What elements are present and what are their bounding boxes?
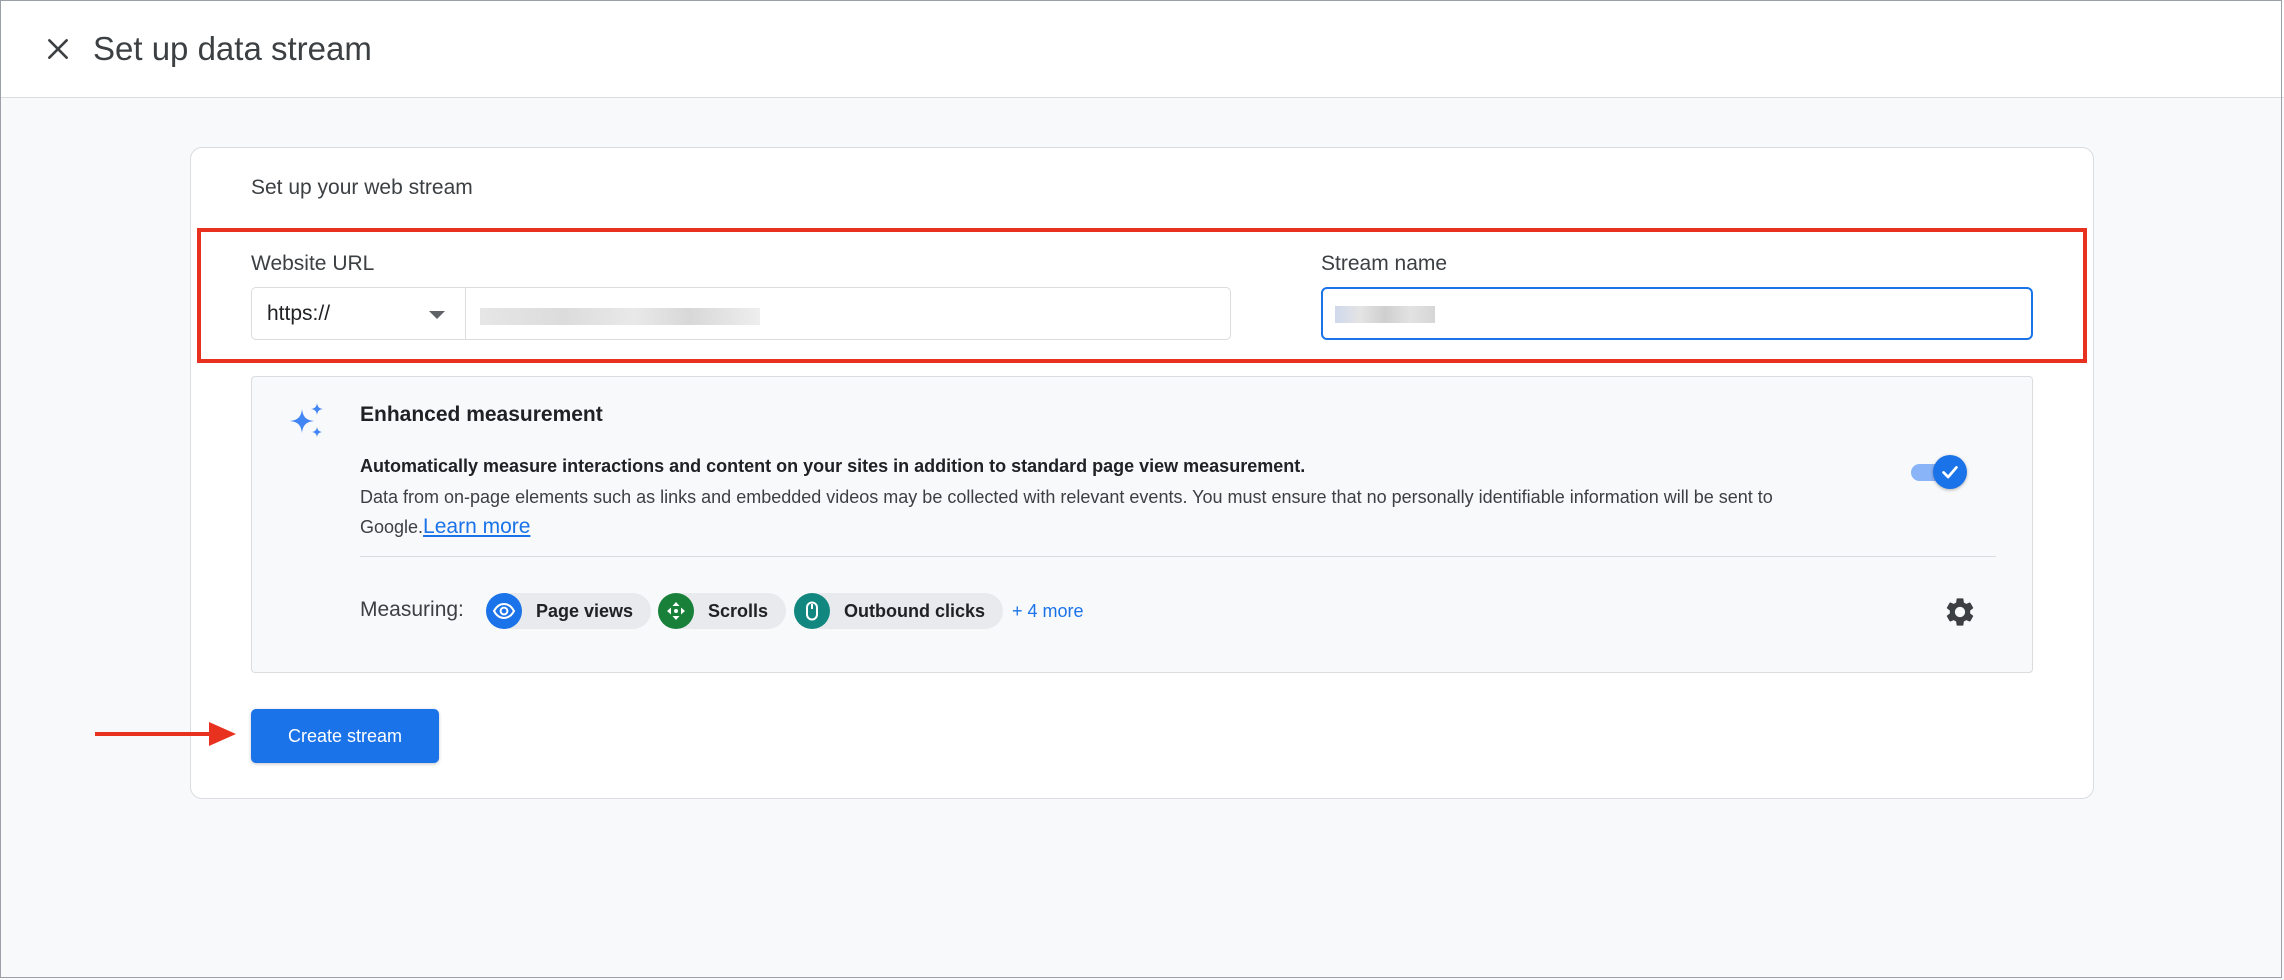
close-button[interactable] bbox=[40, 31, 76, 67]
toggle-thumb bbox=[1933, 455, 1967, 489]
annotation-arrow bbox=[95, 722, 236, 746]
annotation-highlight-box bbox=[197, 228, 2087, 363]
learn-more-link[interactable]: Learn more bbox=[423, 515, 530, 538]
chip-label: Scrolls bbox=[708, 600, 769, 621]
more-measurements-link[interactable]: + 4 more bbox=[1012, 601, 1084, 622]
chip-label: Outbound clicks bbox=[844, 600, 986, 621]
divider bbox=[360, 556, 1996, 557]
check-icon bbox=[1942, 466, 1958, 479]
enhanced-measurement-toggle[interactable] bbox=[1911, 455, 1967, 489]
mouse-icon bbox=[794, 593, 830, 629]
page-title: Set up data stream bbox=[93, 30, 372, 67]
create-stream-button[interactable]: Create stream bbox=[251, 709, 439, 763]
enhanced-measurement-summary: Automatically measure interactions and c… bbox=[360, 456, 1306, 476]
measuring-label: Measuring: bbox=[360, 598, 464, 621]
card-heading: Set up your web stream bbox=[251, 176, 473, 199]
enhanced-measurement-description: Data from on-page elements such as links… bbox=[360, 482, 1880, 542]
description-text: Data from on-page elements such as links… bbox=[360, 487, 1773, 537]
enhanced-measurement-title: Enhanced measurement bbox=[360, 403, 603, 426]
settings-button[interactable] bbox=[1942, 594, 1978, 630]
eye-icon bbox=[486, 593, 522, 629]
sparkle-icon bbox=[290, 403, 323, 437]
chip-label: Page views bbox=[536, 600, 634, 621]
top-bar: Set up data stream bbox=[0, 0, 2284, 98]
scroll-arrows-icon bbox=[658, 593, 694, 629]
chip-page-views: Page views bbox=[486, 593, 652, 629]
gear-icon bbox=[1946, 598, 1974, 626]
chip-scrolls: Scrolls bbox=[658, 593, 787, 629]
close-icon bbox=[48, 39, 68, 59]
chip-outbound-clicks: Outbound clicks bbox=[794, 593, 1004, 629]
